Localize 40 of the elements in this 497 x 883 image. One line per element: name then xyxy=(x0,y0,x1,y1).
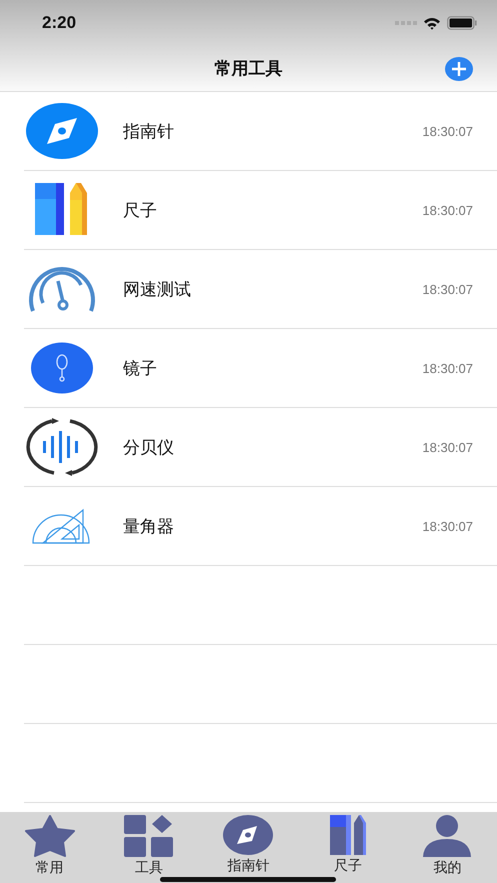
speedometer-icon xyxy=(26,265,96,313)
mirror-icon xyxy=(30,342,94,394)
compass-icon xyxy=(24,102,98,160)
status-time: 2:20 xyxy=(42,13,76,33)
compass-icon xyxy=(223,815,274,855)
nav-title: 常用工具 xyxy=(214,58,282,80)
tool-name: 镜子 xyxy=(123,358,158,380)
tool-time: 18:30:07 xyxy=(422,202,473,218)
tool-row[interactable]: 尺子 18:30:07 xyxy=(24,171,497,250)
tool-name: 尺子 xyxy=(123,200,158,222)
grid-icon xyxy=(124,815,174,857)
tab-item[interactable]: 工具 xyxy=(104,815,194,877)
person-icon xyxy=(422,815,472,857)
protractor-icon xyxy=(32,508,92,544)
tab-item[interactable]: 我的 xyxy=(402,815,492,877)
tool-time: 18:30:07 xyxy=(422,518,473,534)
signal-icon xyxy=(395,20,417,26)
tool-time: 18:30:07 xyxy=(422,282,473,296)
tool-row[interactable]: 分贝仪 18:30:07 xyxy=(24,408,497,487)
tool-time: 18:30:07 xyxy=(422,360,473,376)
wifi-icon xyxy=(423,16,441,30)
tab-item[interactable]: 常用 xyxy=(4,815,95,877)
tool-row[interactable]: 量角器 18:30:07 xyxy=(24,487,497,566)
tool-name: 网速测试 xyxy=(123,278,192,300)
add-button[interactable] xyxy=(445,57,473,81)
sound-wave-icon xyxy=(26,418,98,476)
battery-icon xyxy=(447,16,477,30)
ruler-pencil-icon xyxy=(34,183,88,237)
tab-item[interactable]: 尺子 xyxy=(302,815,393,875)
tool-name: 量角器 xyxy=(123,516,175,538)
tool-row[interactable]: 指南针 18:30:07 xyxy=(24,92,497,171)
tool-name: 指南针 xyxy=(123,120,175,142)
tool-name: 分贝仪 xyxy=(123,436,175,458)
tool-time: 18:30:07 xyxy=(422,124,473,138)
tab-item[interactable]: 指南针 xyxy=(203,815,294,875)
ruler-pencil-icon xyxy=(330,815,366,855)
tool-time: 18:30:07 xyxy=(422,440,473,454)
tool-row[interactable]: 网速测试 18:30:07 xyxy=(24,250,497,329)
star-icon xyxy=(24,815,76,857)
tool-row[interactable]: 镜子 18:30:07 xyxy=(24,329,497,408)
